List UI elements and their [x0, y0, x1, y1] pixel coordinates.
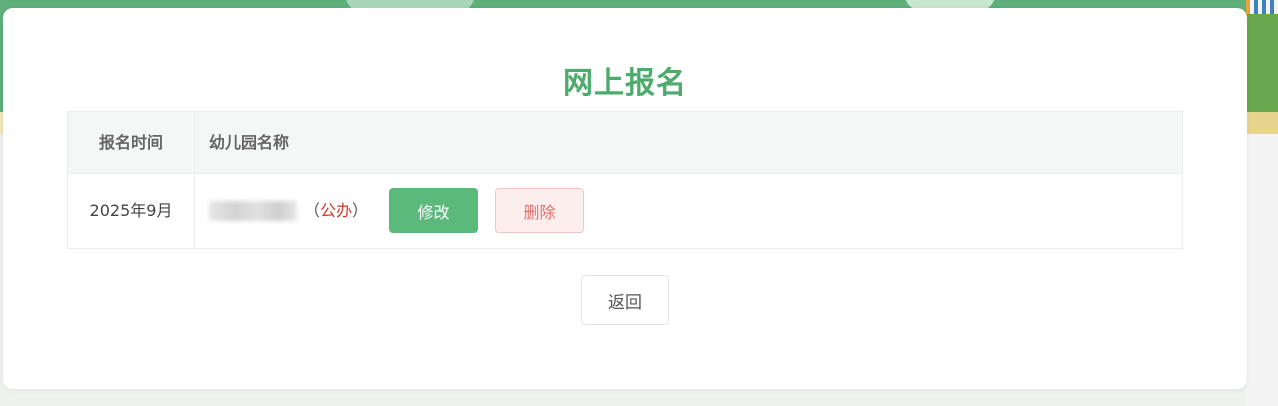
header-kindergarten-name: 幼儿园名称 — [209, 133, 290, 152]
right-edge-decoration — [1246, 0, 1278, 406]
registration-modal: 网上报名 报名时间 幼儿园名称 2025年9月 （公办） 修改 删除 返回 — [3, 8, 1247, 389]
page-title: 网上报名 — [563, 66, 687, 101]
type-close-paren: ） — [352, 201, 369, 220]
header-registration-time: 报名时间 — [98, 133, 163, 152]
table-header-row: 报名时间 幼儿园名称 — [68, 112, 1182, 174]
type-open-paren: （ — [304, 201, 321, 220]
back-button[interactable]: 返回 — [581, 275, 669, 325]
decor-stripe — [1262, 0, 1266, 14]
type-label: 公办 — [320, 201, 353, 220]
decor-stripe — [1270, 0, 1274, 14]
delete-button[interactable]: 删除 — [495, 188, 584, 233]
table-row: 2025年9月 （公办） 修改 删除 — [68, 174, 1182, 248]
decor-green-tile — [1246, 14, 1278, 112]
decor-yellow-tile — [1246, 112, 1278, 134]
kindergarten-type: （公办） — [304, 174, 368, 248]
column-divider — [194, 112, 195, 248]
registration-table: 报名时间 幼儿园名称 2025年9月 （公办） 修改 删除 — [67, 111, 1183, 249]
blurred-kindergarten-name — [209, 201, 297, 221]
decor-stripe — [1254, 0, 1258, 14]
edit-button[interactable]: 修改 — [389, 188, 478, 233]
decor-stripe — [1246, 0, 1250, 14]
cell-registration-time: 2025年9月 — [89, 201, 173, 220]
